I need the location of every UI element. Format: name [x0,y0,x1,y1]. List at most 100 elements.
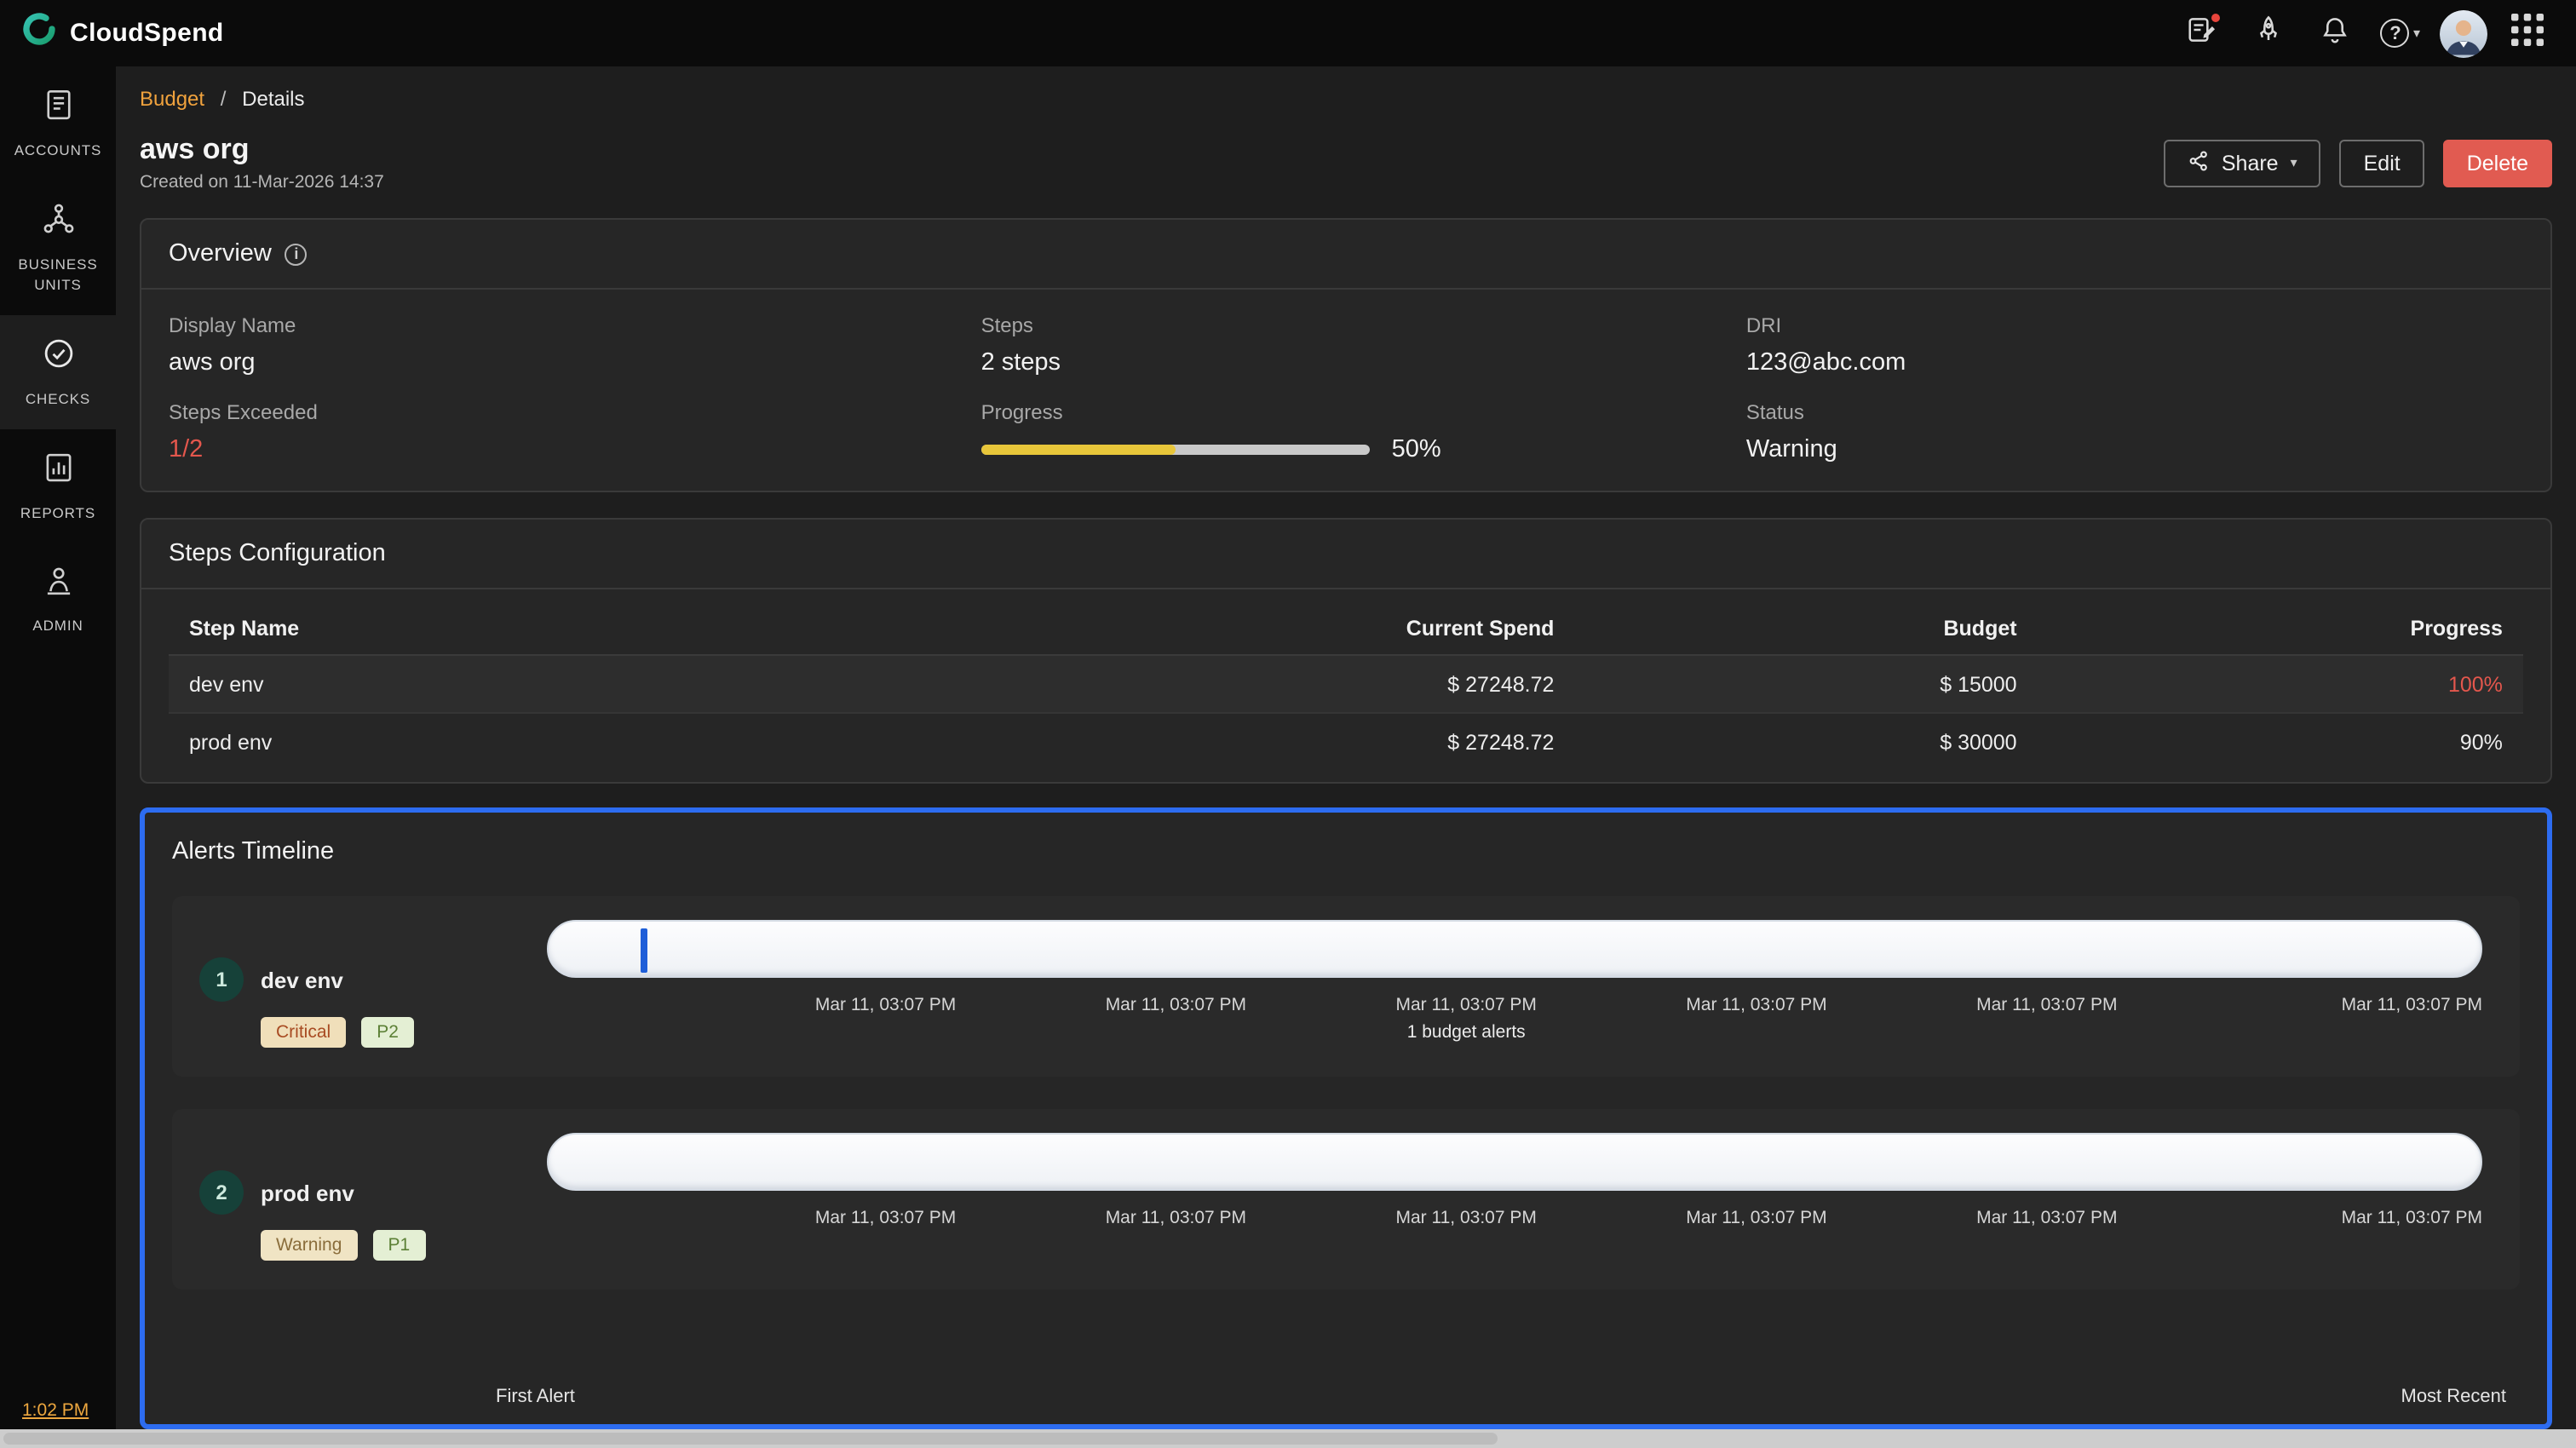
timeline-date: Mar 11, 03:07 PM [1612,1208,1902,1228]
breadcrumb-details: Details [242,87,304,111]
notification-dot [2210,11,2222,23]
field-label: Steps [981,313,1746,337]
sidebar-item-label: BUSINESS UNITS [5,256,111,296]
overview-grid: Display Name aws org Steps 2 steps DRI 1… [141,290,2550,491]
timeline-date: Mar 11, 03:07 PM [2192,1208,2482,1228]
budget-alerts-annotation: 1 budget alerts [1321,1022,1612,1043]
topbar-icons: ? ▾ [2174,6,2554,60]
timeline-row: 1 dev env Critical P2 Mar 11, 03:07 PM M… [172,896,2520,1077]
accounts-icon [40,87,76,131]
apps-button[interactable] [2499,6,2554,60]
business-units-icon [40,201,76,245]
sidebar-item-label: CHECKS [26,389,90,410]
scrollbar-thumb[interactable] [3,1433,1498,1445]
field-value: 1/2 [169,436,981,463]
current-spend-cell: $ 27248.72 [1068,731,1554,755]
field-value: 2 steps [981,349,1746,376]
column-header: Budget [1554,617,2016,641]
sidebar: ACCOUNTS BUSINESS UNITS CHECKS [0,66,116,1448]
breadcrumb: Budget / Details [140,87,2552,111]
info-icon[interactable]: i [285,243,308,265]
apps-grid-icon [2510,13,2543,54]
overview-progress-bar [981,445,1370,455]
current-spend-cell: $ 27248.72 [1068,672,1554,696]
main-content: Budget / Details aws org Created on 11-M… [116,66,2576,1448]
timeline-step-info: 2 prod env Warning P1 [199,1133,547,1273]
help-button[interactable]: ? ▾ [2373,6,2428,60]
page-title: aws org [140,133,384,167]
timeline-date: Mar 11, 03:07 PM [740,1208,1031,1228]
chevron-down-icon: ▾ [2291,156,2297,170]
steps-config-title: Steps Configuration [169,540,386,567]
timeline-date: Mar 11, 03:07 PM [1901,995,2192,1043]
timeline-footer: First Alert Most Recent [496,1363,2506,1407]
sidebar-item-reports[interactable]: REPORTS [0,428,116,543]
status-value: Warning [1746,436,2523,463]
column-header: Progress [2017,617,2503,641]
timeline-date: Mar 11, 03:07 PM [2192,995,2482,1043]
progress-value: 50% [1392,436,1441,463]
first-alert-label: First Alert [496,1387,575,1407]
reports-icon [40,449,76,493]
timeline-bar [547,1133,2482,1191]
edit-button[interactable]: Edit [2340,139,2424,187]
priority-badge: P1 [372,1230,425,1261]
share-label: Share [2222,151,2279,175]
share-icon [2188,149,2210,176]
share-button[interactable]: Share ▾ [2164,139,2321,187]
progress-cell: 100% [2017,672,2503,696]
steps-card-header: Steps Configuration [141,520,2550,589]
page-header: aws org Created on 11-Mar-2026 14:37 Sha… [140,133,2552,192]
field-label: DRI [1746,313,2523,337]
most-recent-label: Most Recent [2401,1387,2507,1407]
step-index-badge: 2 [199,1170,244,1215]
severity-badge: Critical [261,1017,346,1048]
time-link[interactable]: 1:02 PM [22,1400,89,1421]
timeline-step-name: prod env [261,1180,354,1205]
timeline-date: Mar 11, 03:07 PM 1 budget alerts [1321,995,1612,1043]
table-header-row: Step Name Current Spend Budget Progress [169,603,2523,656]
sidebar-item-business-units[interactable]: BUSINESS UNITS [0,181,116,315]
field-steps-exceeded: Steps Exceeded 1/2 [169,400,981,463]
notifications-button[interactable] [2307,6,2361,60]
timeline-row: 2 prod env Warning P1 Mar 11, 03:07 PM M… [172,1109,2520,1290]
breadcrumb-budget-link[interactable]: Budget [140,87,204,111]
timeline-date: Mar 11, 03:07 PM [1031,995,1321,1043]
page-subtitle: Created on 11-Mar-2026 14:37 [140,172,384,192]
brand[interactable]: CloudSpend [22,12,224,55]
feedback-button[interactable] [2174,6,2228,60]
whats-new-button[interactable] [2240,6,2295,60]
timeline-step-name: dev env [261,967,343,992]
horizontal-scrollbar[interactable] [0,1429,2576,1448]
delete-button[interactable]: Delete [2443,139,2552,187]
admin-icon [40,563,76,607]
timeline-date: Mar 11, 03:07 PM [1612,995,1902,1043]
step-name-cell: dev env [189,672,1068,696]
sidebar-item-label: REPORTS [20,503,95,524]
alerts-timeline-card: Alerts Timeline 1 dev env Critical P2 [140,807,2552,1429]
field-label: Steps Exceeded [169,400,981,424]
sidebar-item-checks[interactable]: CHECKS [0,314,116,428]
sidebar-item-accounts[interactable]: ACCOUNTS [0,66,116,181]
overview-progress-fill [981,445,1176,455]
rocket-icon [2251,13,2284,54]
priority-badge: P2 [361,1017,414,1048]
chevron-down-icon: ▾ [2413,26,2420,40]
table-row: dev env $ 27248.72 $ 15000 100% [169,656,2523,714]
field-status: Status Warning [1746,400,2523,463]
field-value: 123@abc.com [1746,349,2523,376]
bell-icon [2318,13,2350,54]
field-display-name: Display Name aws org [169,313,981,376]
user-avatar[interactable] [2440,9,2487,57]
severity-badge: Warning [261,1230,357,1261]
header-actions: Share ▾ Edit Delete [2164,139,2552,187]
alerts-card-header: Alerts Timeline [145,813,2547,879]
field-steps: Steps 2 steps [981,313,1746,376]
sidebar-item-admin[interactable]: ADMIN [0,543,116,657]
timeline-tick[interactable] [641,928,648,973]
column-header: Step Name [189,617,1068,641]
overview-card: Overview i Display Name aws org Steps 2 … [140,218,2552,492]
timeline-dates: Mar 11, 03:07 PM Mar 11, 03:07 PM Mar 11… [740,995,2482,1043]
timeline-date: Mar 11, 03:07 PM [1321,1208,1612,1228]
timeline-track-area: Mar 11, 03:07 PM Mar 11, 03:07 PM Mar 11… [547,920,2482,1060]
